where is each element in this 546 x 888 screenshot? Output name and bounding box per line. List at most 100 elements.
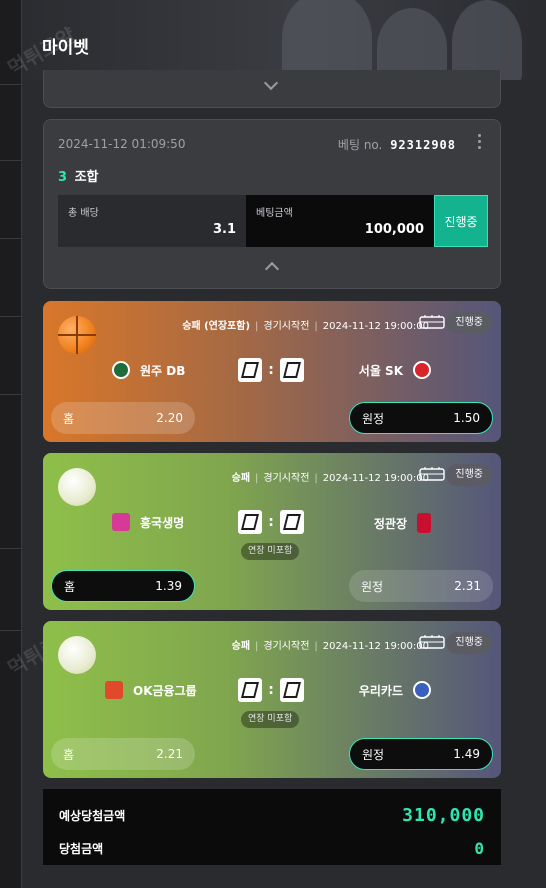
away-team: 서울 SK xyxy=(359,361,441,379)
overtime-note: 연장 미포함 xyxy=(241,711,300,728)
match-datetime: 2024-11-12 19:00:00 xyxy=(322,641,429,652)
away-team: 정관장 xyxy=(374,513,441,533)
won-amount-label: 당첨금액 xyxy=(59,842,104,856)
match-card: 승패 | 경기시작전 | 2024-11-12 19:00:00 진행중 흥국생명 : … xyxy=(43,453,501,610)
volleyball-icon xyxy=(58,636,96,674)
match-state: 경기시작전 xyxy=(263,641,310,652)
volleyball-icon xyxy=(58,468,96,506)
stadium-icon xyxy=(419,467,445,481)
strip-divider xyxy=(0,238,22,239)
score-separator: : xyxy=(268,682,274,698)
match-datetime: 2024-11-12 19:00:00 xyxy=(322,473,429,484)
bet-slip-card: 2024-11-12 01:09:50 베팅 no. 92312908 3 조합… xyxy=(43,119,501,289)
market-type: 승패 (연장포함) xyxy=(182,321,251,332)
bet-datetime: 2024-11-12 01:09:50 xyxy=(58,137,186,151)
expected-payout-label: 예상당첨금액 xyxy=(59,809,126,823)
home-odds: 2.21 xyxy=(156,747,183,761)
banner-player-figure xyxy=(452,0,522,80)
away-team-name: 정관장 xyxy=(373,516,407,531)
home-team-logo xyxy=(112,361,130,379)
home-score xyxy=(238,510,262,534)
home-team-logo xyxy=(105,681,123,699)
away-score xyxy=(280,678,304,702)
match-state: 경기시작전 xyxy=(263,321,310,332)
home-score xyxy=(238,358,262,382)
left-side-strip xyxy=(0,0,22,888)
match-card: 승패 (연장포함) | 경기시작전 | 2024-11-12 19:00:00 진행중 … xyxy=(43,301,501,442)
away-team-logo xyxy=(413,681,431,699)
strip-divider xyxy=(0,630,22,631)
away-team-logo xyxy=(417,513,431,533)
bet-amount-value: 100,000 xyxy=(364,222,424,237)
match-state: 경기시작전 xyxy=(263,473,310,484)
total-odds-label: 총 배당 xyxy=(68,208,99,219)
payout-summary: 예상당첨금액 310,000 당첨금액 0 xyxy=(43,789,501,865)
expected-payout-value: 310,000 xyxy=(402,805,485,826)
home-team-name: OK금융그룹 xyxy=(133,683,197,698)
home-odds-button[interactable]: 홈 1.39 xyxy=(51,570,195,602)
stadium-icon xyxy=(419,315,445,329)
away-team-name: 서울 SK xyxy=(358,363,403,378)
banner-player-figure xyxy=(282,0,372,80)
stadium-icon xyxy=(419,635,445,649)
away-team: 우리카드 xyxy=(359,681,441,699)
match-datetime: 2024-11-12 19:00:00 xyxy=(322,321,429,332)
bet-number: 베팅 no. 92312908 xyxy=(338,136,456,153)
away-score xyxy=(280,358,304,382)
home-label: 홈 xyxy=(63,411,75,426)
away-odds-button[interactable]: 원정 2.31 xyxy=(349,570,493,602)
home-odds-button[interactable]: 홈 2.20 xyxy=(51,402,195,434)
bet-amount-label: 베팅금액 xyxy=(256,208,293,219)
chevron-up-icon[interactable] xyxy=(264,261,280,277)
bet-stats-row: 총 배당 3.1 베팅금액 100,000 진행중 xyxy=(58,195,488,247)
total-odds-box: 총 배당 3.1 xyxy=(58,195,246,247)
strip-divider xyxy=(0,394,22,395)
market-type: 승패 xyxy=(231,473,251,484)
expected-payout-row: 예상당첨금액 310,000 xyxy=(59,805,485,826)
combo-label: 조합 xyxy=(74,170,99,185)
score-separator: : xyxy=(268,514,274,530)
home-team-logo xyxy=(112,513,130,531)
away-odds-button[interactable]: 원정 1.49 xyxy=(349,738,493,770)
chevron-down-icon[interactable] xyxy=(263,75,279,91)
strip-divider xyxy=(0,160,22,161)
away-team-name: 우리카드 xyxy=(358,683,403,698)
home-label: 홈 xyxy=(63,747,75,762)
basketball-icon xyxy=(58,316,96,354)
bet-amount-box: 베팅금액 100,000 xyxy=(246,195,434,247)
won-amount-row: 당첨금액 0 xyxy=(59,839,485,858)
home-team: OK금융그룹 xyxy=(95,681,197,699)
market-type: 승패 xyxy=(231,641,251,652)
match-meta: 승패 (연장포함) | 경기시작전 | 2024-11-12 19:00:00 xyxy=(182,321,429,332)
score-separator: : xyxy=(268,362,274,378)
bet-number-value: 92312908 xyxy=(390,138,456,152)
home-score xyxy=(238,678,262,702)
strip-divider xyxy=(0,548,22,549)
scoreboard: : xyxy=(238,510,304,534)
home-odds-button[interactable]: 홈 2.21 xyxy=(51,738,195,770)
match-status-badge: 진행중 xyxy=(446,312,492,334)
scoreboard: : xyxy=(238,678,304,702)
away-odds-button[interactable]: 원정 1.50 xyxy=(349,402,493,434)
away-odds: 1.50 xyxy=(453,411,480,425)
strip-divider xyxy=(0,84,22,85)
total-odds-value: 3.1 xyxy=(212,222,236,237)
home-team: 원주 DB xyxy=(102,361,185,379)
away-odds: 2.31 xyxy=(454,579,481,593)
away-label: 원정 xyxy=(362,747,385,762)
away-score xyxy=(280,510,304,534)
match-card: 승패 | 경기시작전 | 2024-11-12 19:00:00 진행중 OK금융그룹 … xyxy=(43,621,501,778)
scoreboard: : xyxy=(238,358,304,382)
away-label: 원정 xyxy=(362,411,385,426)
home-team-name: 원주 DB xyxy=(140,363,186,378)
combo-count: 3 xyxy=(58,170,68,185)
bet-status-button[interactable]: 진행중 xyxy=(434,195,488,247)
match-meta: 승패 | 경기시작전 | 2024-11-12 19:00:00 xyxy=(231,641,429,652)
previous-bet-card-collapsed[interactable] xyxy=(43,70,501,108)
strip-divider xyxy=(0,316,22,317)
home-label: 홈 xyxy=(64,579,76,594)
away-team-logo xyxy=(413,361,431,379)
home-team-name: 흥국생명 xyxy=(140,515,185,530)
more-options-icon[interactable] xyxy=(478,134,482,150)
away-label: 원정 xyxy=(361,579,384,594)
